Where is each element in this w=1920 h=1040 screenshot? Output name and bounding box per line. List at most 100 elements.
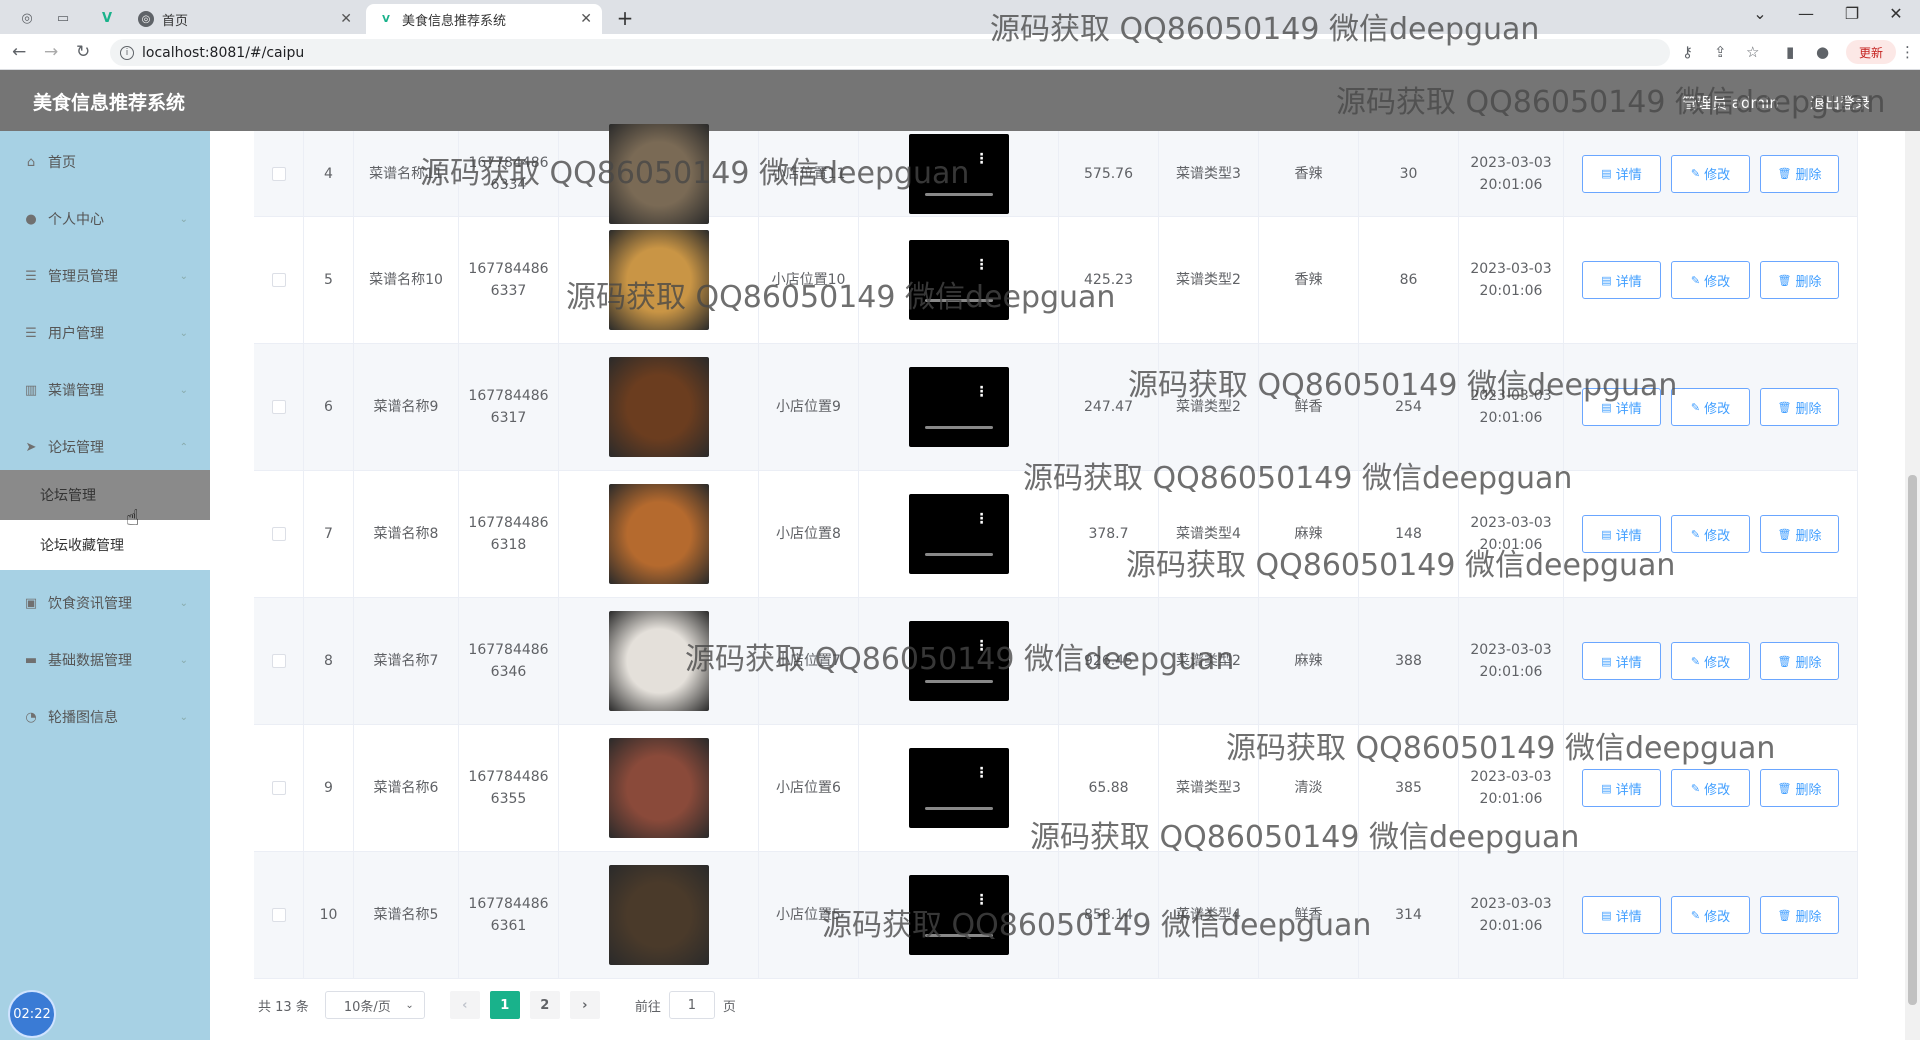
sidebar-item-1[interactable]: ● 个人中心 ⌄: [0, 191, 210, 247]
share-icon[interactable]: ⇪: [1714, 43, 1727, 61]
detail-button[interactable]: ▤ 详情: [1582, 261, 1661, 299]
sidebar-item-7[interactable]: ▬ 基础数据管理 ⌄: [0, 632, 210, 688]
food-image[interactable]: [608, 611, 709, 711]
more-options-icon[interactable]: ⋮: [975, 508, 989, 530]
video-progress-bar[interactable]: [924, 807, 993, 810]
video-player[interactable]: ⋮: [908, 494, 1009, 574]
sidebar-item-2[interactable]: ☰ 管理员管理 ⌄: [0, 248, 210, 304]
edit-button[interactable]: ✎ 修改: [1671, 642, 1750, 680]
food-image[interactable]: [608, 484, 709, 584]
page-button-1[interactable]: 1: [489, 991, 520, 1019]
detail-button[interactable]: ▤ 详情: [1582, 154, 1661, 193]
more-options-icon[interactable]: ⋮: [975, 889, 989, 911]
edit-button[interactable]: ✎ 修改: [1671, 261, 1750, 299]
delete-button[interactable]: 🗑 删除: [1760, 261, 1839, 299]
video-progress-bar[interactable]: [924, 192, 993, 196]
more-options-icon[interactable]: ⋮: [975, 762, 989, 784]
url-bar[interactable]: i localhost:8081/#/caipu: [110, 39, 1670, 66]
delete-button[interactable]: 🗑 删除: [1760, 642, 1839, 680]
tab-app[interactable]: V 美食信息推荐系统 ✕: [366, 4, 602, 34]
video-progress-bar[interactable]: [924, 553, 993, 556]
edit-button[interactable]: ✎ 修改: [1671, 388, 1750, 426]
row-checkbox[interactable]: [271, 781, 286, 795]
vue-tab-icon[interactable]: V: [96, 7, 118, 29]
window-close-icon[interactable]: ✕: [1876, 4, 1916, 23]
page-size-select[interactable]: 10条/页 ⌄: [324, 991, 425, 1019]
video-progress-bar[interactable]: [924, 934, 993, 937]
tab-search-icon[interactable]: ⌄: [1740, 4, 1780, 23]
page-button-2[interactable]: 2: [529, 991, 560, 1019]
more-options-icon[interactable]: ⋮: [975, 635, 989, 657]
food-image[interactable]: [608, 357, 709, 457]
tab-home[interactable]: ◎ 首页 ✕: [126, 4, 362, 34]
sidebar-item-5[interactable]: ➤ 论坛管理 ⌃: [0, 419, 210, 475]
edit-button[interactable]: ✎ 修改: [1671, 769, 1750, 807]
row-checkbox[interactable]: [271, 654, 286, 668]
delete-button[interactable]: 🗑 删除: [1760, 154, 1839, 193]
video-progress-bar[interactable]: [924, 299, 993, 302]
video-player[interactable]: ⋮: [908, 621, 1009, 701]
food-image[interactable]: [608, 123, 709, 224]
video-progress-bar[interactable]: [924, 680, 993, 683]
maximize-icon[interactable]: ❐: [1832, 4, 1872, 23]
row-checkbox[interactable]: [271, 527, 286, 541]
row-checkbox[interactable]: [271, 908, 286, 922]
sidebar-subitem-forum-favorites[interactable]: 论坛收藏管理: [0, 520, 210, 570]
delete-button[interactable]: 🗑 删除: [1760, 769, 1839, 807]
video-progress-bar[interactable]: [924, 426, 993, 429]
video-player[interactable]: ⋮: [908, 240, 1009, 320]
sidebar-item-8[interactable]: ◔ 轮播图信息 ⌄: [0, 689, 210, 745]
delete-button[interactable]: 🗑 删除: [1760, 896, 1839, 934]
minimize-icon[interactable]: —: [1786, 4, 1826, 23]
info-icon[interactable]: i: [120, 45, 134, 60]
detail-button[interactable]: ▤ 详情: [1582, 769, 1661, 807]
more-options-icon[interactable]: ⋮: [975, 254, 989, 276]
scrollbar-thumb[interactable]: [1908, 475, 1917, 1005]
sidebar-subitem-forum[interactable]: 论坛管理: [0, 470, 210, 520]
prev-page-button[interactable]: ‹: [449, 991, 480, 1019]
sidebar-item-0[interactable]: ⌂ 首页: [0, 134, 210, 190]
globe-icon[interactable]: ◎: [16, 7, 38, 29]
key-icon[interactable]: ⚷: [1682, 43, 1693, 61]
delete-button[interactable]: 🗑 删除: [1760, 388, 1839, 426]
blank-page-icon[interactable]: ▭: [52, 7, 74, 29]
edit-button[interactable]: ✎ 修改: [1671, 896, 1750, 934]
close-icon[interactable]: ✕: [340, 11, 352, 27]
update-button[interactable]: 更新: [1846, 40, 1896, 64]
sidebar-item-3[interactable]: ☰ 用户管理 ⌄: [0, 305, 210, 361]
food-image[interactable]: [608, 738, 709, 838]
back-icon[interactable]: ←: [12, 42, 26, 62]
video-player[interactable]: ⋮: [908, 748, 1009, 828]
logout-link[interactable]: 退出登录: [1810, 92, 1870, 113]
new-tab-icon[interactable]: +: [614, 6, 636, 30]
row-checkbox[interactable]: [271, 400, 286, 414]
close-icon[interactable]: ✕: [580, 11, 592, 27]
row-checkbox[interactable]: [271, 273, 286, 287]
profile-icon[interactable]: ●: [1816, 43, 1829, 61]
detail-button[interactable]: ▤ 详情: [1582, 896, 1661, 934]
more-options-icon[interactable]: ⋮: [975, 381, 989, 403]
sidepanel-icon[interactable]: ▮: [1786, 43, 1794, 61]
detail-button[interactable]: ▤ 详情: [1582, 515, 1661, 553]
food-image[interactable]: [608, 865, 709, 965]
row-checkbox[interactable]: [271, 166, 286, 181]
detail-button[interactable]: ▤ 详情: [1582, 388, 1661, 426]
forward-icon[interactable]: →: [44, 42, 58, 62]
url-text[interactable]: localhost:8081/#/caipu: [142, 45, 304, 61]
star-icon[interactable]: ☆: [1746, 43, 1759, 61]
menu-dots-icon[interactable]: ⋮: [1900, 43, 1915, 61]
video-player[interactable]: ⋮: [908, 367, 1009, 447]
reload-icon[interactable]: ↻: [76, 42, 90, 62]
sidebar-item-4[interactable]: ▥ 菜谱管理 ⌄: [0, 362, 210, 418]
more-options-icon[interactable]: ⋮: [975, 148, 989, 170]
goto-page-input[interactable]: 1: [668, 991, 715, 1019]
video-player[interactable]: ⋮: [908, 133, 1009, 214]
detail-button[interactable]: ▤ 详情: [1582, 642, 1661, 680]
food-image[interactable]: [608, 230, 709, 330]
video-player[interactable]: ⋮: [908, 875, 1009, 955]
delete-button[interactable]: 🗑 删除: [1760, 515, 1839, 553]
edit-button[interactable]: ✎ 修改: [1671, 515, 1750, 553]
sidebar-item-6[interactable]: ▣ 饮食资讯管理 ⌄: [0, 575, 210, 631]
edit-button[interactable]: ✎ 修改: [1671, 154, 1750, 193]
next-page-button[interactable]: ›: [569, 991, 600, 1019]
